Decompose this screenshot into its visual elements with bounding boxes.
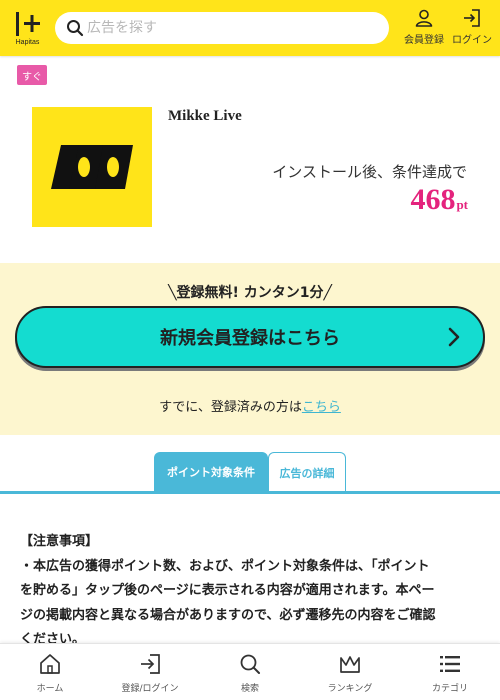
tab-point-conditions[interactable]: ポイント対象条件 [154, 452, 268, 492]
list-icon [440, 656, 460, 672]
nav-login-label: 登録/ログイン [121, 684, 179, 694]
already-registered-text: すでに、登録済みの方はこちら [0, 396, 500, 415]
home-icon [40, 654, 60, 674]
points-unit: pt [456, 197, 468, 212]
app-name: Mikke Live [168, 108, 242, 124]
login-label: ログイン [452, 35, 492, 46]
tab-ad-details[interactable]: 広告の詳細 [268, 452, 346, 492]
register-button[interactable]: 会員登録 [402, 8, 446, 48]
notes-heading: 【注意事項】 [20, 534, 99, 549]
register-label: 会員登録 [404, 35, 444, 46]
mikke-live-logo-icon [51, 145, 133, 189]
instant-badge: すぐ [17, 65, 47, 85]
free-registration-promo: ╲登録無料! カンタン1分╱ [168, 285, 332, 301]
crown-icon [340, 656, 360, 673]
bottom-navigation: ホーム 登録/ログイン 検索 ランキング カテゴリ [0, 643, 500, 700]
search-input[interactable] [87, 20, 377, 36]
signup-button[interactable]: 新規会員登録はこちら [15, 306, 485, 368]
login-button[interactable]: ログイン [450, 8, 494, 48]
notes-line: ・本広告の獲得ポイント数、および、ポイント対象条件は、「ポイント [20, 558, 430, 574]
search-icon [240, 654, 260, 674]
nav-home[interactable]: ホーム [0, 644, 100, 700]
nav-login[interactable]: 登録/ログイン [100, 644, 200, 700]
nav-ranking-label: ランキング [327, 684, 373, 694]
points-value: 468 [410, 183, 456, 216]
nav-ranking[interactable]: ランキング [300, 644, 400, 700]
search-bar[interactable] [55, 12, 389, 44]
nav-category-label: カテゴリ [431, 684, 468, 694]
nav-search-label: 検索 [240, 684, 259, 694]
notes-section: 【注意事項】 ・本広告の獲得ポイント数、および、ポイント対象条件は、「ポイント … [20, 530, 475, 653]
signup-button-label: 新規会員登録はこちら [160, 328, 340, 349]
registration-section: ╲登録無料! カンタン1分╱ 新規会員登録はこちら すでに、登録済みの方はこちら [0, 263, 500, 435]
app-logo [32, 107, 152, 227]
notes-line: ジの掲載内容と異なる場合がありますので、必ず遷移先の内容をご確認 [20, 607, 436, 623]
login-icon [464, 9, 480, 27]
login-here-link[interactable]: こちら [302, 400, 341, 415]
search-icon [67, 20, 84, 37]
already-registered-label: すでに、登録済みの方は [159, 400, 302, 415]
hapitas-logo[interactable]: Hapitas [0, 0, 55, 56]
user-icon [415, 9, 433, 27]
detail-tabs: ポイント対象条件 広告の詳細 [154, 452, 346, 492]
logo-mark-icon [15, 12, 40, 36]
notes-line: を貯める」タップ後のページに表示される内容が適用されます。本ペー [20, 583, 435, 598]
nav-category[interactable]: カテゴリ [400, 644, 500, 700]
condition-text: インストール後、条件達成で [272, 163, 467, 181]
nav-search[interactable]: 検索 [200, 644, 300, 700]
tab-divider [0, 491, 500, 494]
login-icon [141, 654, 160, 674]
nav-home-label: ホーム [36, 684, 64, 694]
app-header: Hapitas 会員登録 ログイン [0, 0, 500, 56]
reward-points: 468 pt [410, 183, 468, 217]
chevron-right-icon [448, 327, 460, 347]
logo-text: Hapitas [15, 39, 40, 46]
